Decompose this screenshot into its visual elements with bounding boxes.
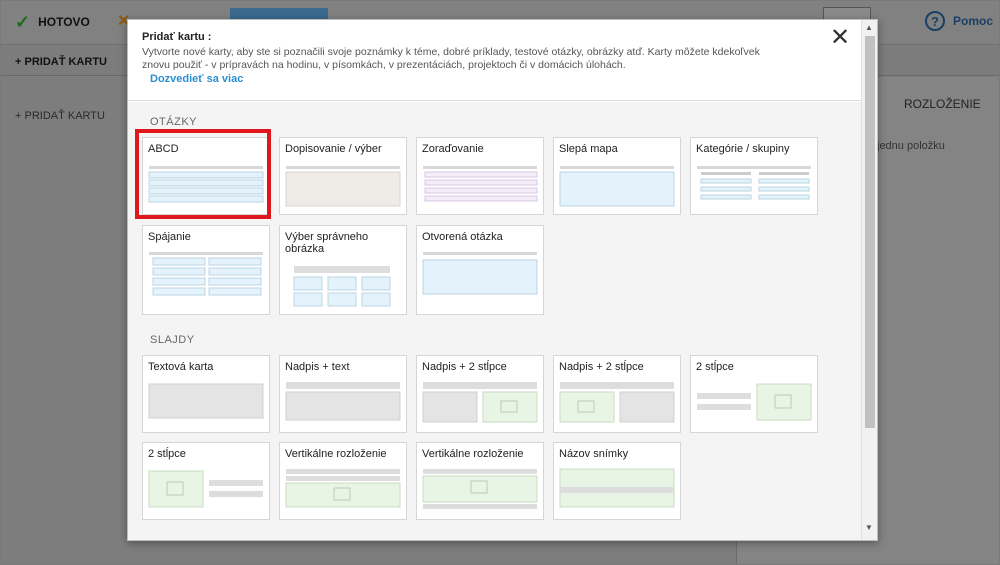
card-slide-title[interactable]: Názov snímky: [553, 442, 681, 520]
learn-more-link[interactable]: Dozvedieť sa viac: [150, 73, 243, 85]
card-title-2col-a[interactable]: Nadpis + 2 stĺpce: [416, 355, 544, 433]
help-button[interactable]: ? Pomoc: [925, 11, 993, 31]
slide-title-preview-icon: [559, 468, 675, 508]
section-slides: SLAJDY: [150, 334, 195, 346]
dialog-title: Pridať kartu :: [142, 31, 212, 43]
card-fill-select[interactable]: Dopisovanie / výber: [279, 137, 407, 215]
checkmark-icon: ✓: [15, 12, 31, 32]
title-2col-preview-icon: [422, 382, 538, 423]
add-card-label: PRIDAŤ KARTU: [24, 56, 107, 68]
add-card-link[interactable]: + PRIDAŤ KARTU: [15, 110, 105, 122]
title-2col-b-preview-icon: [559, 382, 675, 423]
card-matching[interactable]: Spájanie: [142, 225, 270, 315]
help-icon: ?: [925, 11, 945, 31]
open-question-preview-icon: [422, 252, 538, 295]
card-2col-a[interactable]: 2 stĺpce: [690, 355, 818, 433]
vertical-preview-icon: [285, 469, 401, 508]
close-dialog-icon[interactable]: ✕: [828, 26, 852, 50]
card-2col-b[interactable]: 2 stĺpce: [142, 442, 270, 520]
vertical-b-preview-icon: [422, 469, 538, 509]
card-vertical-a[interactable]: Vertikálne rozloženie: [279, 442, 407, 520]
card-title-text[interactable]: Nadpis + text: [279, 355, 407, 433]
layout-hint: jednu položku: [877, 140, 945, 152]
add-card-button[interactable]: + PRIDAŤ KARTU: [15, 56, 107, 68]
scroll-down-icon[interactable]: ▼: [865, 523, 873, 532]
title-text-preview-icon: [285, 382, 401, 421]
scroll-up-icon[interactable]: ▲: [865, 23, 873, 32]
help-label: Pomoc: [953, 14, 994, 28]
card-text[interactable]: Textová karta: [142, 355, 270, 433]
matching-preview-icon: [149, 252, 263, 296]
2col-preview-icon: [697, 383, 812, 421]
add-card-dialog: Pridať kartu : Vytvorte nové karty, aby …: [127, 19, 878, 541]
selection-highlight: [135, 129, 271, 219]
card-title-2col-b[interactable]: Nadpis + 2 stĺpce: [553, 355, 681, 433]
add-card-link-label: PRIDAŤ KARTU: [24, 110, 105, 122]
text-slide-preview-icon: [148, 383, 264, 419]
map-preview-icon: [559, 166, 675, 207]
categories-preview-icon: [697, 166, 811, 200]
card-vertical-b[interactable]: Vertikálne rozloženie: [416, 442, 544, 520]
2col-b-preview-icon: [148, 470, 263, 508]
dialog-body: OTÁZKY ABCD Dopisovanie / výber Zoraďova…: [128, 102, 861, 540]
card-ordering[interactable]: Zoraďovanie: [416, 137, 544, 215]
done-label: HOTOVO: [38, 15, 90, 29]
card-blind-map[interactable]: Slepá mapa: [553, 137, 681, 215]
done-button[interactable]: ✓ HOTOVO: [15, 13, 90, 31]
dialog-scrollbar[interactable]: ▲ ▼: [861, 20, 877, 540]
scrollbar-thumb[interactable]: [865, 36, 875, 428]
card-categories[interactable]: Kategórie / skupiny: [690, 137, 818, 215]
ordering-preview-icon: [423, 166, 538, 202]
dialog-header: Pridať kartu : Vytvorte nové karty, aby …: [128, 20, 861, 101]
dialog-description: Vytvorte nové karty, aby ste si poznačil…: [142, 46, 760, 71]
section-questions: OTÁZKY: [150, 116, 198, 128]
card-image-choice[interactable]: Výber správneho obrázka: [279, 225, 407, 315]
layout-tab[interactable]: ROZLOŽENIE: [904, 97, 981, 111]
image-choice-preview-icon: [293, 266, 391, 307]
card-open-question[interactable]: Otvorená otázka: [416, 225, 544, 315]
fill-preview-icon: [285, 166, 401, 207]
